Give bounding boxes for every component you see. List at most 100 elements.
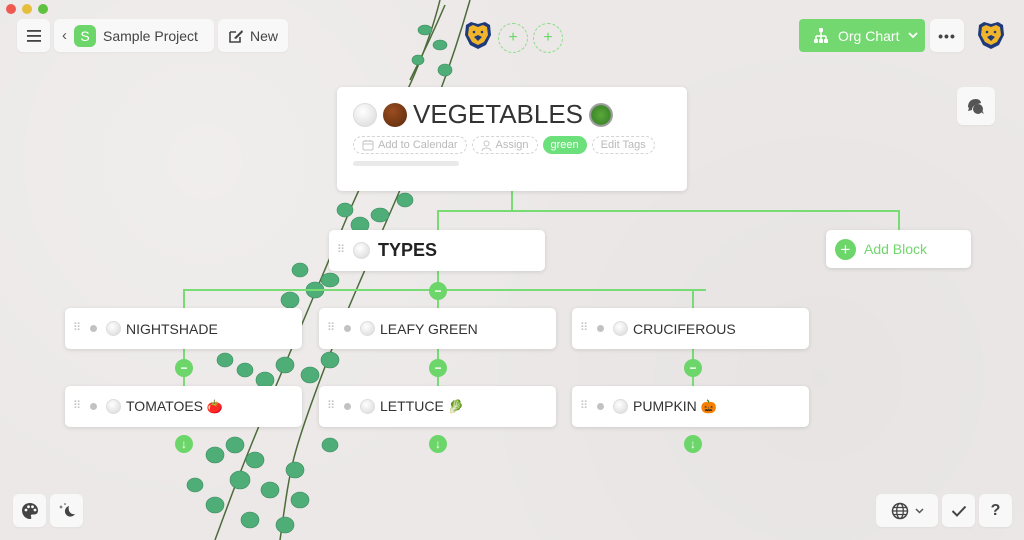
category-block-card[interactable]: ⠿ LEAFY GREEN — [319, 308, 556, 349]
bullet-dot — [344, 403, 351, 410]
connector-line — [692, 289, 694, 308]
assign-label: Assign — [495, 139, 529, 151]
collapse-toggle-button[interactable]: − — [429, 282, 447, 300]
bullet-dot — [344, 325, 351, 332]
root-block-title[interactable]: VEGETABLES — [413, 99, 583, 130]
language-selector-button[interactable] — [876, 494, 938, 527]
connector-line — [437, 210, 439, 230]
drag-handle-icon[interactable]: ⠿ — [580, 323, 588, 334]
item-title[interactable]: PUMPKIN 🎃 — [633, 398, 717, 415]
drag-handle-icon[interactable]: ⠿ — [327, 323, 335, 334]
assign-chip[interactable]: Assign — [471, 136, 538, 154]
project-name: Sample Project — [103, 27, 198, 44]
theme-palette-button[interactable] — [13, 494, 46, 527]
edit-tags-chip[interactable]: Edit Tags — [591, 136, 655, 154]
view-switcher-button[interactable]: Org Chart — [799, 19, 925, 52]
collapse-toggle-button[interactable]: − — [684, 359, 702, 377]
status-circle-icon[interactable] — [613, 321, 628, 336]
project-badge: S — [74, 24, 96, 47]
category-block-card[interactable]: ⠿ CRUCIFEROUS — [572, 308, 809, 349]
calendar-icon — [362, 140, 374, 151]
add-block-label: Add Block — [864, 241, 928, 257]
org-chart-icon — [814, 27, 828, 43]
add-to-calendar-label: Add to Calendar — [378, 139, 458, 151]
add-collaborator-button[interactable]: + — [498, 23, 528, 53]
globe-icon — [891, 502, 908, 519]
view-switcher-label: Org Chart — [838, 27, 900, 44]
bear-mascot-icon — [978, 22, 1004, 49]
status-circle-icon[interactable] — [353, 102, 377, 127]
collapse-toggle-button[interactable]: − — [429, 359, 447, 377]
complete-button[interactable] — [942, 494, 975, 527]
window-minimize-button[interactable] — [22, 4, 32, 14]
item-title[interactable]: TOMATOES 🍅 — [126, 398, 223, 415]
menu-button[interactable] — [17, 19, 50, 52]
root-block-progress-bar — [353, 161, 459, 166]
drag-handle-icon[interactable]: ⠿ — [73, 323, 81, 334]
expand-toggle-button[interactable]: ↓ — [429, 435, 447, 453]
account-avatar[interactable] — [975, 19, 1007, 51]
root-block-chips: Add to Calendar Assign green Edit Tags — [353, 136, 671, 154]
item-block-card[interactable]: ⠿ TOMATOES 🍅 — [65, 386, 302, 427]
drag-handle-icon[interactable]: ⠿ — [580, 401, 588, 412]
collapse-toggle-button[interactable]: − — [175, 359, 193, 377]
plus-icon: + — [835, 238, 856, 260]
drag-handle-icon[interactable]: ⠿ — [327, 401, 335, 412]
status-circle-icon[interactable] — [360, 321, 375, 336]
root-block-card[interactable]: VEGETABLES Add to Calendar Assign green … — [337, 87, 687, 191]
lettuce-emoji-icon: 🥬 — [447, 399, 464, 414]
moon-stars-icon — [58, 502, 75, 517]
status-circle-icon[interactable] — [106, 399, 121, 414]
comments-button[interactable] — [957, 87, 995, 125]
expand-toggle-button[interactable]: ↓ — [684, 435, 702, 453]
status-circle-icon[interactable] — [613, 399, 628, 414]
category-title[interactable]: LEAFY GREEN — [380, 321, 478, 337]
compose-icon — [229, 29, 243, 43]
bullet-dot — [597, 403, 604, 410]
category-title[interactable]: NIGHTSHADE — [126, 321, 218, 337]
user-avatar[interactable] — [462, 19, 494, 51]
tag-chip-green[interactable]: green — [542, 136, 587, 154]
new-button-label: New — [249, 27, 278, 44]
window-close-button[interactable] — [6, 4, 16, 14]
types-block-title[interactable]: TYPES — [378, 240, 437, 261]
drag-handle-icon[interactable]: ⠿ — [73, 401, 81, 412]
item-block-card[interactable]: ⠿ PUMPKIN 🎃 — [572, 386, 809, 427]
chevron-down-icon — [914, 507, 924, 514]
bullet-dot — [597, 325, 604, 332]
add-block-button[interactable]: + Add Block — [826, 230, 971, 268]
salad-emoji-icon — [589, 102, 614, 127]
item-title-text: TOMATOES — [126, 398, 204, 414]
types-block-card[interactable]: ⠿ TYPES — [329, 230, 545, 271]
more-options-button[interactable]: ••• — [930, 19, 964, 52]
project-switcher-button[interactable]: ‹ S Sample Project — [54, 19, 214, 52]
connector-line — [437, 210, 900, 212]
help-button[interactable]: ? — [979, 494, 1012, 527]
new-button[interactable]: New — [218, 19, 288, 52]
brown-circle-icon[interactable] — [383, 102, 407, 127]
status-circle-icon[interactable] — [106, 321, 121, 336]
window-maximize-button[interactable] — [38, 4, 48, 14]
tomato-emoji-icon: 🍅 — [206, 399, 224, 414]
pumpkin-emoji-icon: 🎃 — [700, 399, 717, 414]
expand-toggle-button[interactable]: ↓ — [175, 435, 193, 453]
add-to-calendar-chip[interactable]: Add to Calendar — [353, 136, 467, 154]
drag-handle-icon[interactable]: ⠿ — [337, 245, 345, 256]
root-block-title-row: VEGETABLES — [353, 99, 671, 130]
status-circle-icon[interactable] — [353, 242, 370, 259]
category-block-card[interactable]: ⠿ NIGHTSHADE — [65, 308, 302, 349]
bullet-dot — [90, 403, 97, 410]
chevron-left-icon: ‹ — [62, 27, 67, 44]
add-collaborator-button[interactable]: + — [533, 23, 563, 53]
check-icon — [951, 505, 966, 517]
window-controls — [6, 4, 48, 14]
item-title-text: LETTUCE — [380, 398, 444, 414]
category-title[interactable]: CRUCIFEROUS — [633, 321, 736, 337]
connector-line — [898, 210, 900, 230]
night-mode-button[interactable] — [50, 494, 83, 527]
item-title-text: PUMPKIN — [633, 398, 697, 414]
item-title[interactable]: LETTUCE 🥬 — [380, 398, 464, 415]
connector-line — [511, 191, 513, 211]
item-block-card[interactable]: ⠿ LETTUCE 🥬 — [319, 386, 556, 427]
status-circle-icon[interactable] — [360, 399, 375, 414]
